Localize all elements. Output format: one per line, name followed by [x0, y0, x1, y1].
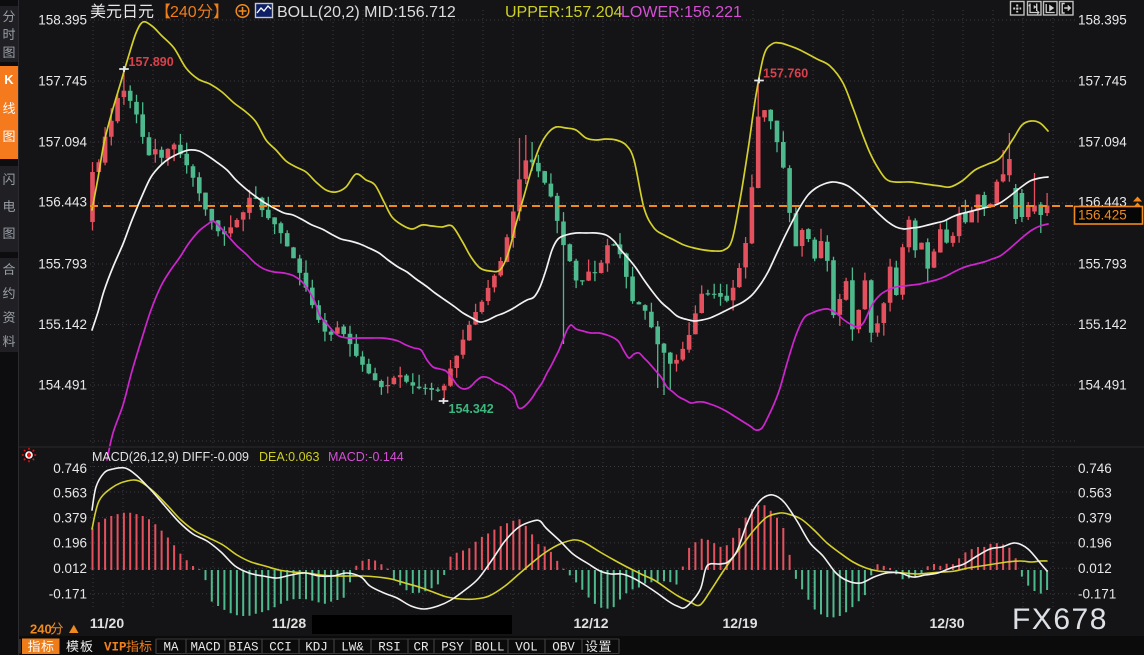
svg-text:K: K [4, 72, 14, 87]
svg-text:MACD: MACD [190, 641, 220, 655]
svg-text:BIAS: BIAS [228, 641, 258, 655]
svg-text:155.793: 155.793 [38, 257, 87, 272]
svg-text:0.379: 0.379 [53, 511, 87, 526]
svg-text:156.443: 156.443 [38, 195, 87, 210]
svg-text:0.196: 0.196 [1078, 536, 1112, 551]
svg-text:154.342: 154.342 [449, 402, 494, 416]
svg-text:PSY: PSY [441, 641, 464, 655]
svg-text:157.094: 157.094 [1078, 135, 1127, 150]
svg-text:155.793: 155.793 [1078, 257, 1127, 272]
svg-text:157.094: 157.094 [38, 135, 87, 150]
svg-text:0.563: 0.563 [1078, 486, 1112, 501]
svg-text:154.491: 154.491 [38, 378, 87, 393]
svg-text:VIP: VIP [104, 641, 127, 655]
svg-text:-0.171: -0.171 [1078, 587, 1116, 602]
svg-text:0.196: 0.196 [53, 536, 87, 551]
svg-text:RSI: RSI [378, 641, 401, 655]
svg-text:LW&: LW& [341, 641, 364, 655]
svg-text:157.745: 157.745 [1078, 74, 1127, 89]
svg-text:11/20: 11/20 [90, 615, 124, 631]
svg-text:BOLL(20,2) MID:156.712: BOLL(20,2) MID:156.712 [277, 4, 456, 21]
svg-text:154.491: 154.491 [1078, 378, 1127, 393]
svg-text:158.395: 158.395 [38, 13, 87, 28]
svg-text:157.890: 157.890 [129, 55, 174, 69]
svg-text:155.142: 155.142 [38, 317, 87, 332]
svg-text:KDJ: KDJ [305, 641, 328, 655]
svg-text:12/30: 12/30 [929, 615, 964, 631]
svg-text:LOWER:156.221: LOWER:156.221 [621, 4, 742, 21]
svg-text:11/28: 11/28 [272, 615, 306, 631]
svg-text:0.746: 0.746 [53, 461, 87, 476]
svg-text:UPPER:157.204: UPPER:157.204 [505, 4, 623, 21]
svg-text:BOLL: BOLL [474, 641, 504, 655]
svg-text:240: 240 [30, 622, 52, 637]
svg-text:CCI: CCI [269, 641, 292, 655]
svg-text:DEA:0.063: DEA:0.063 [259, 450, 320, 464]
svg-text:240: 240 [170, 4, 197, 21]
svg-text:0.746: 0.746 [1078, 461, 1112, 476]
svg-text:0.563: 0.563 [53, 486, 87, 501]
svg-text:157.760: 157.760 [763, 67, 808, 81]
svg-text:FX678: FX678 [1012, 603, 1108, 636]
svg-text:0.012: 0.012 [1078, 561, 1112, 576]
svg-text:157.745: 157.745 [38, 74, 87, 89]
svg-text:MACD:-0.144: MACD:-0.144 [328, 450, 404, 464]
svg-text:CR: CR [413, 641, 429, 655]
svg-text:-0.171: -0.171 [49, 587, 87, 602]
svg-text:MA: MA [163, 641, 179, 655]
svg-text:12/19: 12/19 [722, 615, 757, 631]
svg-text:155.142: 155.142 [1078, 317, 1127, 332]
svg-text:12/12: 12/12 [573, 615, 608, 631]
svg-text:0.012: 0.012 [53, 561, 87, 576]
svg-text:MACD(26,12,9) DIFF:-0.009: MACD(26,12,9) DIFF:-0.009 [92, 450, 249, 464]
svg-text:OBV: OBV [552, 641, 575, 655]
svg-text:158.395: 158.395 [1078, 13, 1127, 28]
svg-text:0.379: 0.379 [1078, 511, 1112, 526]
svg-text:VOL: VOL [515, 641, 538, 655]
svg-text:156.425: 156.425 [1078, 208, 1127, 223]
